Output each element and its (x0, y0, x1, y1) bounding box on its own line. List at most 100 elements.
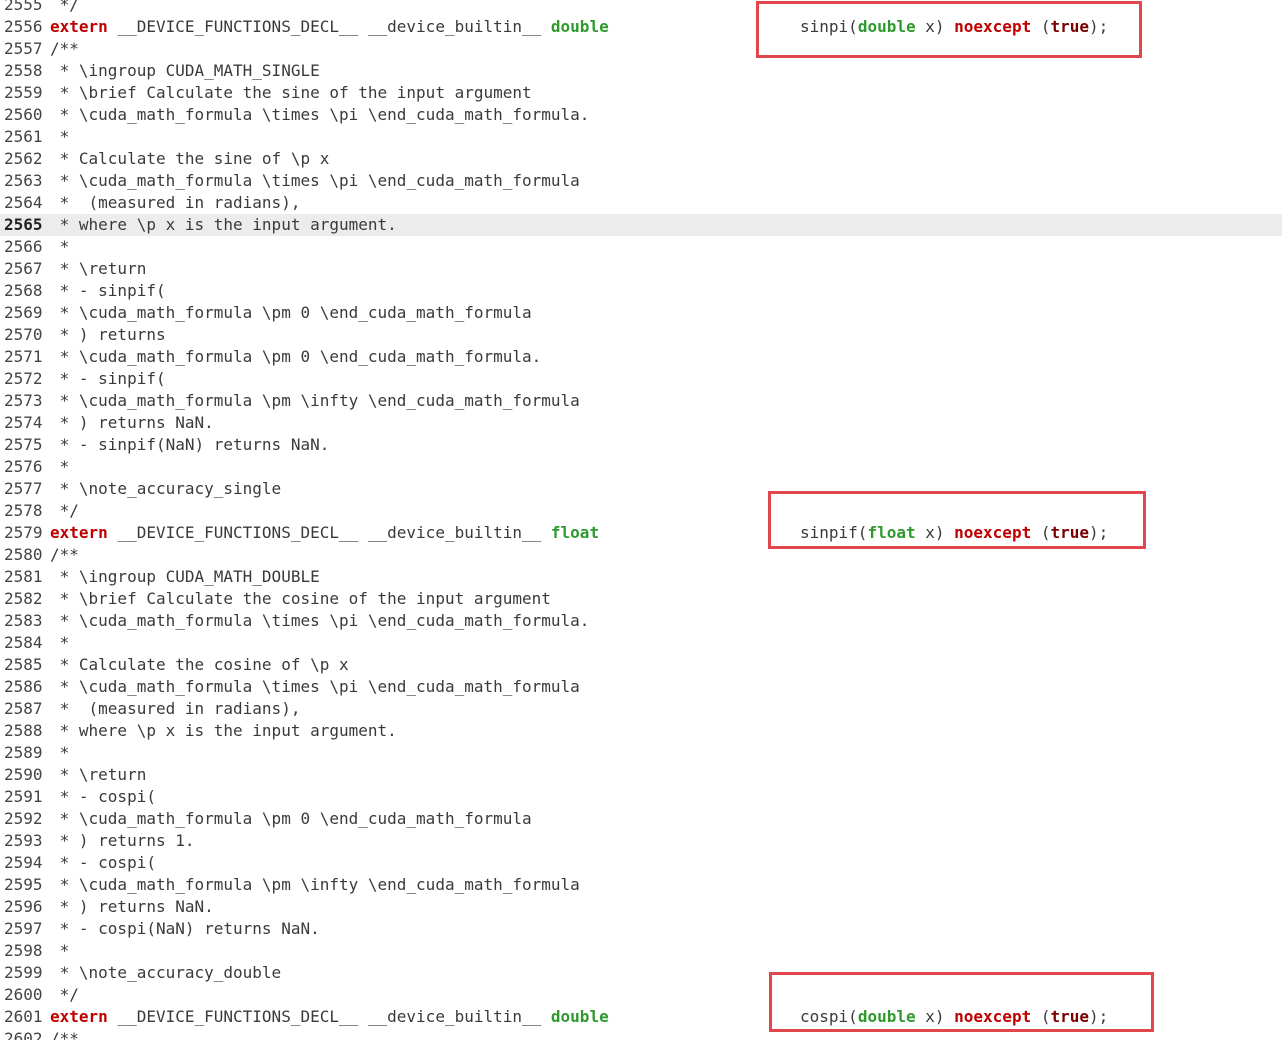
line-number: 2587 (4, 699, 43, 718)
declaration-line[interactable]: 2556 extern __DEVICE_FUNCTIONS_DECL__ __d… (0, 16, 1282, 38)
comment-line[interactable]: 2580 /** (0, 544, 1282, 566)
comment-line[interactable]: 2599 * \note_accuracy_double (0, 962, 1282, 984)
line-code: * \ingroup CUDA_MATH_SINGLE (50, 61, 320, 80)
comment-line[interactable]: 2576 * (0, 456, 1282, 478)
noexcept-keyword: noexcept (954, 1007, 1032, 1026)
declaration-line[interactable]: 2601 extern __DEVICE_FUNCTIONS_DECL__ __d… (0, 1006, 1282, 1028)
line-code: * - cospi( (50, 853, 156, 872)
comment-line[interactable]: 2588 * where \p x is the input argument. (0, 720, 1282, 742)
line-code: * \note_accuracy_single (50, 479, 282, 498)
comment-line[interactable]: 2567 * \return (0, 258, 1282, 280)
comment-line[interactable]: 2600 */ (0, 984, 1282, 1006)
comment-line[interactable]: 2559 * \brief Calculate the sine of the … (0, 82, 1282, 104)
line-number: 2589 (4, 743, 43, 762)
line-code: * (50, 743, 70, 762)
line-code: * ) returns NaN. (50, 897, 214, 916)
line-number: 2581 (4, 567, 43, 586)
comment-line[interactable]: 2574 * ) returns NaN. (0, 412, 1282, 434)
line-code: /** (50, 545, 79, 564)
comment-line[interactable]: 2584 * (0, 632, 1282, 654)
line-code: */ (50, 0, 79, 14)
comment-line[interactable]: 2571 * \cuda_math_formula \pm 0 \end_cud… (0, 346, 1282, 368)
function-signature: sinpi(double x) noexcept (true); (800, 16, 1108, 38)
comment-line[interactable]: 2566 * (0, 236, 1282, 258)
comment-line[interactable]: 2585 * Calculate the cosine of \p x (0, 654, 1282, 676)
comment-line[interactable]: 2573 * \cuda_math_formula \pm \infty \en… (0, 390, 1282, 412)
line-code: */ (50, 501, 79, 520)
line-code: * \cuda_math_formula \times \pi \end_cud… (50, 171, 580, 190)
line-number: 2595 (4, 875, 43, 894)
comment-line[interactable]: 2578 */ (0, 500, 1282, 522)
line-code: * (measured in radians), (50, 699, 301, 718)
comment-line[interactable]: 2561 * (0, 126, 1282, 148)
extern-keyword: extern (50, 17, 108, 36)
extern-keyword: extern (50, 523, 108, 542)
code-lines: 2555 */2556 extern __DEVICE_FUNCTIONS_DEC… (0, 0, 1282, 1040)
line-number: 2590 (4, 765, 43, 784)
comment-line[interactable]: 2602 /** (0, 1028, 1282, 1040)
comment-line[interactable]: 2596 * ) returns NaN. (0, 896, 1282, 918)
declaration-line[interactable]: 2579 extern __DEVICE_FUNCTIONS_DECL__ __d… (0, 522, 1282, 544)
comment-line[interactable]: 2572 * - sinpif( (0, 368, 1282, 390)
comment-line[interactable]: 2558 * \ingroup CUDA_MATH_SINGLE (0, 60, 1282, 82)
param-name: x) (915, 523, 955, 542)
true-literal: true (1050, 523, 1089, 542)
comment-line[interactable]: 2570 * ) returns (0, 324, 1282, 346)
param-name: x) (915, 17, 955, 36)
comment-line[interactable]: 2562 * Calculate the sine of \p x (0, 148, 1282, 170)
line-code: * (50, 941, 70, 960)
line-number: 2578 (4, 501, 43, 520)
line-code: extern __DEVICE_FUNCTIONS_DECL__ __devic… (50, 1006, 609, 1028)
code-token: ( (1031, 1007, 1051, 1026)
line-code: * where \p x is the input argument. (50, 215, 397, 234)
comment-line[interactable]: 2586 * \cuda_math_formula \times \pi \en… (0, 676, 1282, 698)
true-literal: true (1050, 1007, 1089, 1026)
comment-line[interactable]: 2590 * \return (0, 764, 1282, 786)
line-number: 2556 (4, 17, 43, 36)
comment-line[interactable]: 2581 * \ingroup CUDA_MATH_DOUBLE (0, 566, 1282, 588)
comment-line[interactable]: 2589 * (0, 742, 1282, 764)
comment-line[interactable]: 2594 * - cospi( (0, 852, 1282, 874)
line-code: * - cospi( (50, 787, 156, 806)
comment-line[interactable]: 2575 * - sinpif(NaN) returns NaN. (0, 434, 1282, 456)
param-name: x) (915, 1007, 955, 1026)
comment-line[interactable]: 2598 * (0, 940, 1282, 962)
comment-line[interactable]: 2568 * - sinpif( (0, 280, 1282, 302)
comment-line[interactable]: 2587 * (measured in radians), (0, 698, 1282, 720)
comment-line[interactable]: 2592 * \cuda_math_formula \pm 0 \end_cud… (0, 808, 1282, 830)
comment-line[interactable]: 2582 * \brief Calculate the cosine of th… (0, 588, 1282, 610)
comment-line[interactable]: 2560 * \cuda_math_formula \times \pi \en… (0, 104, 1282, 126)
comment-line[interactable]: 2569 * \cuda_math_formula \pm 0 \end_cud… (0, 302, 1282, 324)
comment-line[interactable]: 2555 */ (0, 0, 1282, 16)
comment-line[interactable]: 2577 * \note_accuracy_single (0, 478, 1282, 500)
comment-line[interactable]: 2597 * - cospi(NaN) returns NaN. (0, 918, 1282, 940)
line-number: 2573 (4, 391, 43, 410)
comment-line[interactable]: 2591 * - cospi( (0, 786, 1282, 808)
comment-line[interactable]: 2563 * \cuda_math_formula \times \pi \en… (0, 170, 1282, 192)
macro-text: __DEVICE_FUNCTIONS_DECL__ __device_built… (107, 1007, 551, 1026)
line-number: 2596 (4, 897, 43, 916)
line-code: * \cuda_math_formula \pm 0 \end_cuda_mat… (50, 303, 532, 322)
line-number: 2602 (4, 1029, 43, 1040)
comment-line[interactable]: 2557 /** (0, 38, 1282, 60)
line-number: 2601 (4, 1007, 43, 1026)
code-token: ( (857, 523, 868, 542)
line-code: * \note_accuracy_double (50, 963, 282, 982)
line-number: 2562 (4, 149, 43, 168)
line-code: * \cuda_math_formula \times \pi \end_cud… (50, 611, 590, 630)
return-type: float (550, 523, 600, 542)
line-code: * \cuda_math_formula \pm 0 \end_cuda_mat… (50, 347, 542, 366)
code-editor[interactable]: 2555 */2556 extern __DEVICE_FUNCTIONS_DEC… (0, 0, 1282, 1040)
line-number: 2583 (4, 611, 43, 630)
comment-line[interactable]: 2565 * where \p x is the input argument. (0, 214, 1282, 236)
line-number: 2594 (4, 853, 43, 872)
comment-line[interactable]: 2595 * \cuda_math_formula \pm \infty \en… (0, 874, 1282, 896)
comment-line[interactable]: 2593 * ) returns 1. (0, 830, 1282, 852)
comment-line[interactable]: 2564 * (measured in radians), (0, 192, 1282, 214)
comment-line[interactable]: 2583 * \cuda_math_formula \times \pi \en… (0, 610, 1282, 632)
line-code: * (measured in radians), (50, 193, 301, 212)
line-number: 2557 (4, 39, 43, 58)
line-code: * ) returns NaN. (50, 413, 214, 432)
macro-text: __DEVICE_FUNCTIONS_DECL__ __device_built… (107, 523, 551, 542)
line-number: 2586 (4, 677, 43, 696)
